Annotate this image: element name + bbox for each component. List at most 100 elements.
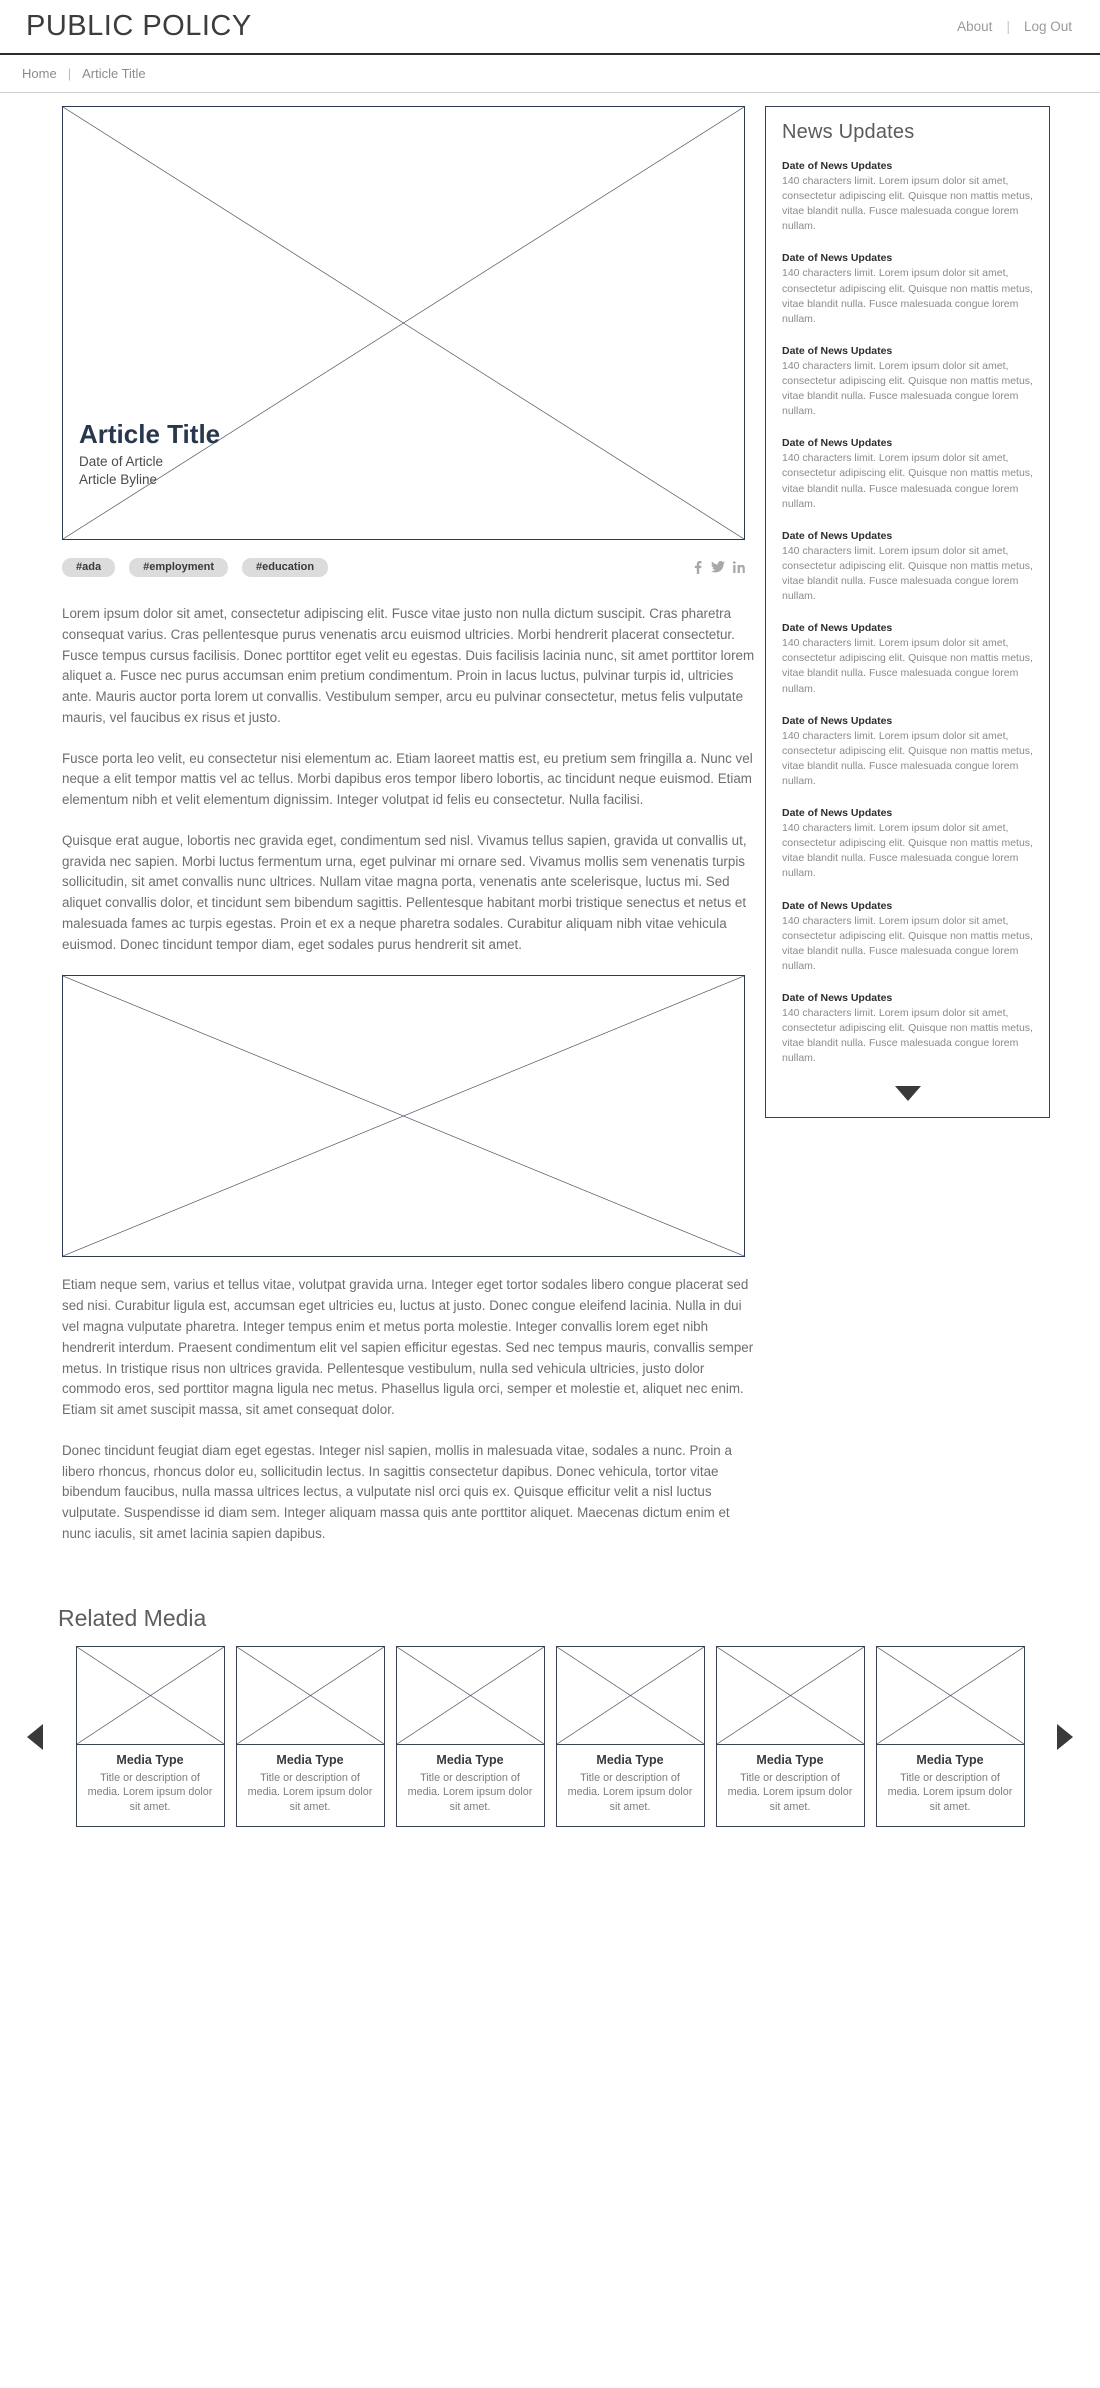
media-thumbnail-placeholder: [236, 1646, 384, 1745]
caret-right-icon: [1057, 1723, 1073, 1750]
news-item[interactable]: Date of News Updates 140 characters limi…: [782, 437, 1033, 511]
site-header: PUBLIC POLICY About | Log Out: [0, 0, 1100, 55]
article-body: Lorem ipsum dolor sit amet, consectetur …: [62, 578, 762, 1545]
article-paragraph: Fusce porta leo velit, eu consectetur ni…: [62, 750, 753, 808]
news-item-text: 140 characters limit. Lorem ipsum dolor …: [782, 637, 1033, 695]
news-item-date: Date of News Updates: [782, 899, 893, 912]
news-item-date: Date of News Updates: [782, 344, 893, 357]
related-media-section: Related Media Media Type Title or descri…: [0, 1565, 1100, 1864]
news-item-date: Date of News Updates: [782, 252, 893, 265]
news-sidebar: News Updates Date of News Updates 140 ch…: [760, 106, 1056, 1119]
breadcrumb-separator: |: [67, 66, 72, 81]
twitter-icon[interactable]: [711, 561, 725, 573]
page-title: Article Title: [79, 418, 221, 449]
media-description: Title or description of media. Lorem ips…: [87, 1771, 213, 1813]
news-item-text: 140 characters limit. Lorem ipsum dolor …: [782, 452, 1033, 510]
nav-link-logout[interactable]: Log Out: [1024, 19, 1072, 34]
media-type-label: Media Type: [916, 1752, 984, 1767]
site-brand: PUBLIC POLICY: [26, 10, 252, 42]
media-card-body: Media Type Title or description of media…: [557, 1745, 704, 1827]
news-item[interactable]: Date of News Updates 140 characters limi…: [782, 345, 1033, 419]
hero-overlay: Article Title Date of Article Article By…: [79, 418, 221, 490]
breadcrumb-home[interactable]: Home: [22, 66, 57, 81]
news-item[interactable]: Date of News Updates 140 characters limi…: [782, 622, 1033, 696]
news-item-date: Date of News Updates: [782, 714, 893, 727]
media-card-body: Media Type Title or description of media…: [397, 1745, 544, 1827]
media-card-body: Media Type Title or description of media…: [877, 1745, 1024, 1827]
tag-ada[interactable]: #ada: [62, 557, 116, 577]
facebook-icon[interactable]: [692, 560, 703, 574]
media-description: Title or description of media. Lorem ips…: [247, 1771, 373, 1813]
news-item-text: 140 characters limit. Lorem ipsum dolor …: [782, 914, 1033, 972]
media-type-label: Media Type: [756, 1752, 824, 1767]
breadcrumb-current: Article Title: [82, 66, 146, 81]
news-updates-heading: News Updates: [782, 121, 915, 143]
caret-down-icon: [894, 1086, 921, 1102]
tag-employment[interactable]: #employment: [129, 557, 228, 577]
news-item-date: Date of News Updates: [782, 622, 893, 635]
news-load-more-button[interactable]: [782, 1084, 1033, 1109]
related-media-card[interactable]: Media Type Title or description of media…: [555, 1645, 705, 1828]
page-layout: Article Title Date of Article Article By…: [0, 93, 1100, 1565]
article-date: Date of Article: [79, 454, 164, 470]
media-thumbnail-placeholder: [876, 1646, 1024, 1745]
news-item[interactable]: Date of News Updates 140 characters limi…: [782, 900, 1033, 974]
media-description: Title or description of media. Lorem ips…: [727, 1771, 853, 1813]
carousel-next-button[interactable]: [1048, 1723, 1082, 1750]
carousel-prev-button[interactable]: [18, 1723, 52, 1750]
article-byline: Article Byline: [79, 472, 158, 488]
related-media-card[interactable]: Media Type Title or description of media…: [75, 1645, 225, 1828]
media-type-label: Media Type: [596, 1752, 664, 1767]
media-description: Title or description of media. Lorem ips…: [567, 1771, 693, 1813]
news-item-date: Date of News Updates: [782, 160, 893, 172]
related-media-card[interactable]: Media Type Title or description of media…: [875, 1645, 1025, 1828]
article-paragraph: Quisque erat augue, lobortis nec gravida…: [62, 832, 747, 952]
tag-row: #ada #employment #education: [62, 556, 745, 578]
media-type-label: Media Type: [436, 1752, 504, 1767]
related-media-heading: Related Media: [58, 1604, 207, 1631]
news-item[interactable]: Date of News Updates 140 characters limi…: [782, 252, 1033, 326]
news-item-date: Date of News Updates: [782, 991, 893, 1004]
media-thumbnail-placeholder: [396, 1646, 544, 1745]
media-thumbnail-placeholder: [716, 1646, 864, 1745]
news-updates-panel: News Updates Date of News Updates 140 ch…: [765, 106, 1050, 1119]
media-card-body: Media Type Title or description of media…: [717, 1745, 864, 1827]
related-media-card[interactable]: Media Type Title or description of media…: [395, 1645, 545, 1828]
news-item-date: Date of News Updates: [782, 807, 893, 820]
media-card-body: Media Type Title or description of media…: [77, 1745, 224, 1827]
media-description: Title or description of media. Lorem ips…: [407, 1771, 533, 1813]
news-item-text: 140 characters limit. Lorem ipsum dolor …: [782, 822, 1033, 880]
article-paragraph: Lorem ipsum dolor sit amet, consectetur …: [62, 606, 755, 725]
inline-image-placeholder: [62, 975, 745, 1258]
news-item-date: Date of News Updates: [782, 437, 893, 450]
news-item-text: 140 characters limit. Lorem ipsum dolor …: [782, 359, 1033, 418]
media-type-label: Media Type: [276, 1752, 344, 1767]
news-item[interactable]: Date of News Updates 140 characters limi…: [782, 530, 1033, 604]
news-item[interactable]: Date of News Updates 140 characters limi…: [782, 160, 1033, 234]
media-description: Title or description of media. Lorem ips…: [887, 1771, 1013, 1813]
news-item[interactable]: Date of News Updates 140 characters limi…: [782, 992, 1033, 1066]
news-item-text: 140 characters limit. Lorem ipsum dolor …: [782, 267, 1033, 325]
news-item[interactable]: Date of News Updates 140 characters limi…: [782, 715, 1033, 789]
article-paragraph: Donec tincidunt feugiat diam eget egesta…: [62, 1442, 732, 1541]
news-item-text: 140 characters limit. Lorem ipsum dolor …: [782, 729, 1033, 787]
news-item-text: 140 characters limit. Lorem ipsum dolor …: [782, 1006, 1033, 1065]
article-column: Article Title Date of Article Article By…: [0, 106, 760, 1565]
related-media-card[interactable]: Media Type Title or description of media…: [715, 1645, 865, 1828]
media-type-label: Media Type: [116, 1752, 184, 1767]
related-media-card-list: Media Type Title or description of media…: [52, 1645, 1048, 1828]
news-item-date: Date of News Updates: [782, 529, 893, 542]
related-media-card[interactable]: Media Type Title or description of media…: [235, 1645, 385, 1828]
social-share-group: [692, 560, 745, 574]
header-nav: About | Log Out: [957, 19, 1072, 34]
linkedin-icon[interactable]: [733, 561, 745, 573]
header-nav-separator: |: [1006, 19, 1010, 34]
news-item-text: 140 characters limit. Lorem ipsum dolor …: [782, 175, 1033, 233]
nav-link-about[interactable]: About: [957, 19, 992, 34]
tag-education[interactable]: #education: [242, 557, 329, 577]
news-item[interactable]: Date of News Updates 140 characters limi…: [782, 807, 1033, 881]
caret-left-icon: [27, 1723, 43, 1750]
news-item-text: 140 characters limit. Lorem ipsum dolor …: [782, 544, 1033, 603]
hero-image-placeholder: Article Title Date of Article Article By…: [62, 106, 745, 540]
media-thumbnail-placeholder: [76, 1646, 224, 1745]
